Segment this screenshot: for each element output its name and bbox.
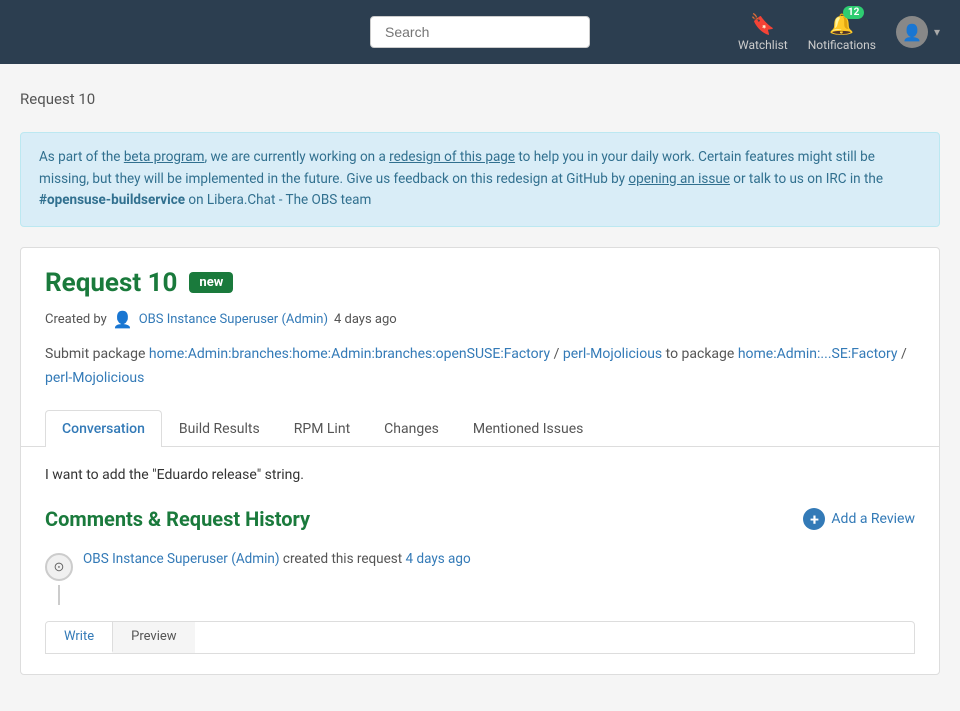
target-pkg-link[interactable]: perl-Mojolicious: [45, 370, 144, 386]
status-badge: new: [189, 272, 233, 293]
submit-info: Submit package home:Admin:branches:home:…: [45, 343, 915, 391]
tab-conversation[interactable]: Conversation: [45, 410, 162, 447]
request-description: I want to add the "Eduardo release" stri…: [45, 467, 915, 483]
source-package-link[interactable]: home:Admin:branches:home:Admin:branches:…: [149, 346, 550, 362]
timeline-time-link[interactable]: 4 days ago: [406, 551, 471, 567]
submit-prefix: Submit package: [45, 346, 149, 362]
request-card: Request 10 new Created by 👤 OBS Instance…: [20, 247, 940, 676]
request-title: Request 10: [45, 268, 177, 298]
vertical-line: [58, 585, 60, 605]
write-preview-tabs: Write Preview: [45, 621, 915, 654]
git-icon: ⊙: [54, 560, 65, 575]
watchlist-nav-item[interactable]: 🔖 Watchlist: [738, 12, 788, 52]
commit-icon: ⊙: [45, 553, 73, 581]
notifications-badge: 12: [843, 6, 864, 19]
tab-content-conversation: I want to add the "Eduardo release" stri…: [45, 447, 915, 674]
avatar: 👤: [896, 16, 928, 48]
search-input[interactable]: [370, 16, 590, 48]
write-tab[interactable]: Write: [46, 622, 113, 653]
beta-program-link[interactable]: beta program: [124, 149, 205, 165]
navbar: 🔖 Watchlist 🔔12 Notifications 👤 ▾: [0, 0, 960, 64]
beta-banner-text: As part of the beta program, we are curr…: [39, 149, 883, 208]
user-menu[interactable]: 👤 ▾: [896, 16, 940, 48]
source-pkg-link[interactable]: perl-Mojolicious: [563, 346, 662, 362]
tab-mentioned-issues[interactable]: Mentioned Issues: [456, 410, 601, 447]
creator-link[interactable]: OBS Instance Superuser (Admin): [139, 312, 328, 327]
timeline-line: ⊙: [45, 551, 73, 605]
add-review-button[interactable]: + Add a Review: [803, 508, 915, 530]
navbar-right: 🔖 Watchlist 🔔12 Notifications 👤 ▾: [738, 12, 940, 52]
tabs: Conversation Build Results RPM Lint Chan…: [21, 410, 939, 447]
bell-icon: 🔔12: [829, 12, 854, 36]
tab-changes[interactable]: Changes: [367, 410, 456, 447]
timeline-item: ⊙ OBS Instance Superuser (Admin) created…: [45, 551, 915, 605]
user-icon: 👤: [113, 310, 133, 329]
created-by-prefix: Created by: [45, 312, 107, 327]
request-header: Request 10 new: [45, 268, 915, 298]
beta-banner: As part of the beta program, we are curr…: [20, 132, 940, 227]
timeline-action-text: created this request: [283, 551, 402, 567]
timeline-text: OBS Instance Superuser (Admin) created t…: [83, 551, 471, 567]
notifications-nav-item[interactable]: 🔔12 Notifications: [808, 12, 876, 52]
bookmark-icon: 🔖: [750, 12, 775, 36]
preview-tab[interactable]: Preview: [113, 622, 194, 653]
timeline-creator-link[interactable]: OBS Instance Superuser (Admin): [83, 551, 280, 567]
tab-build-results[interactable]: Build Results: [162, 410, 277, 447]
main-container: Request 10 As part of the beta program, …: [0, 64, 960, 691]
section-header: Comments & Request History + Add a Revie…: [45, 507, 915, 531]
target-package-link[interactable]: home:Admin:...SE:Factory: [738, 346, 898, 362]
section-title: Comments & Request History: [45, 507, 310, 531]
plus-icon: +: [803, 508, 825, 530]
page-title: Request 10: [20, 80, 940, 118]
created-ago: 4 days ago: [334, 312, 397, 327]
created-by: Created by 👤 OBS Instance Superuser (Adm…: [45, 310, 915, 329]
add-review-label: Add a Review: [831, 511, 915, 527]
open-issue-link[interactable]: opening an issue: [628, 171, 730, 187]
tab-rpm-lint[interactable]: RPM Lint: [277, 410, 367, 447]
chevron-down-icon: ▾: [934, 25, 940, 39]
redesign-link[interactable]: redesign of this page: [389, 149, 515, 165]
